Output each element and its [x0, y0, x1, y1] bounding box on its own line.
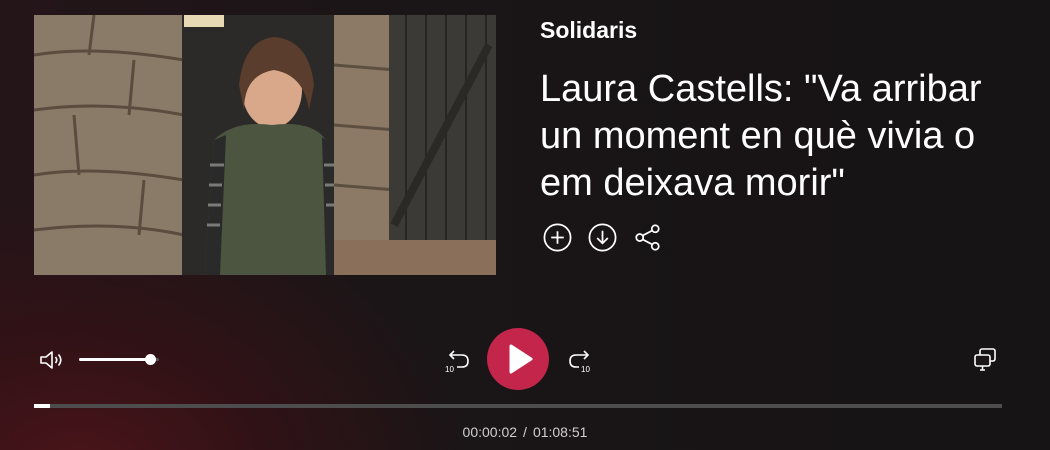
volume-icon[interactable]	[38, 348, 64, 372]
time-display: 00:00:02 / 01:08:51	[0, 424, 1050, 440]
forward-10-button[interactable]: 10	[566, 346, 596, 376]
episode-actions	[542, 222, 663, 253]
current-time: 00:00:02	[462, 424, 518, 440]
rewind-10-button[interactable]: 10	[442, 346, 472, 376]
progress-track	[34, 404, 1002, 408]
progress-bar[interactable]	[34, 404, 1002, 409]
episode-title: Laura Castells: "Va arribar un moment en…	[540, 68, 982, 204]
download-circle-icon[interactable]	[587, 222, 618, 253]
episode-thumbnail	[34, 15, 496, 275]
total-time: 01:08:51	[532, 424, 588, 440]
rewind-label: 10	[445, 365, 454, 374]
volume-slider[interactable]	[79, 353, 159, 367]
volume-level	[79, 358, 151, 361]
cast-icon[interactable]	[972, 347, 998, 373]
program-name[interactable]: Solidaris	[540, 17, 637, 44]
time-separator: /	[523, 424, 527, 440]
plus-circle-icon[interactable]	[542, 222, 573, 253]
forward-label: 10	[581, 365, 590, 374]
play-button[interactable]	[487, 328, 549, 390]
progress-played	[34, 404, 50, 408]
share-icon[interactable]	[632, 222, 663, 253]
play-icon	[509, 344, 533, 374]
volume-knob[interactable]	[145, 354, 156, 365]
